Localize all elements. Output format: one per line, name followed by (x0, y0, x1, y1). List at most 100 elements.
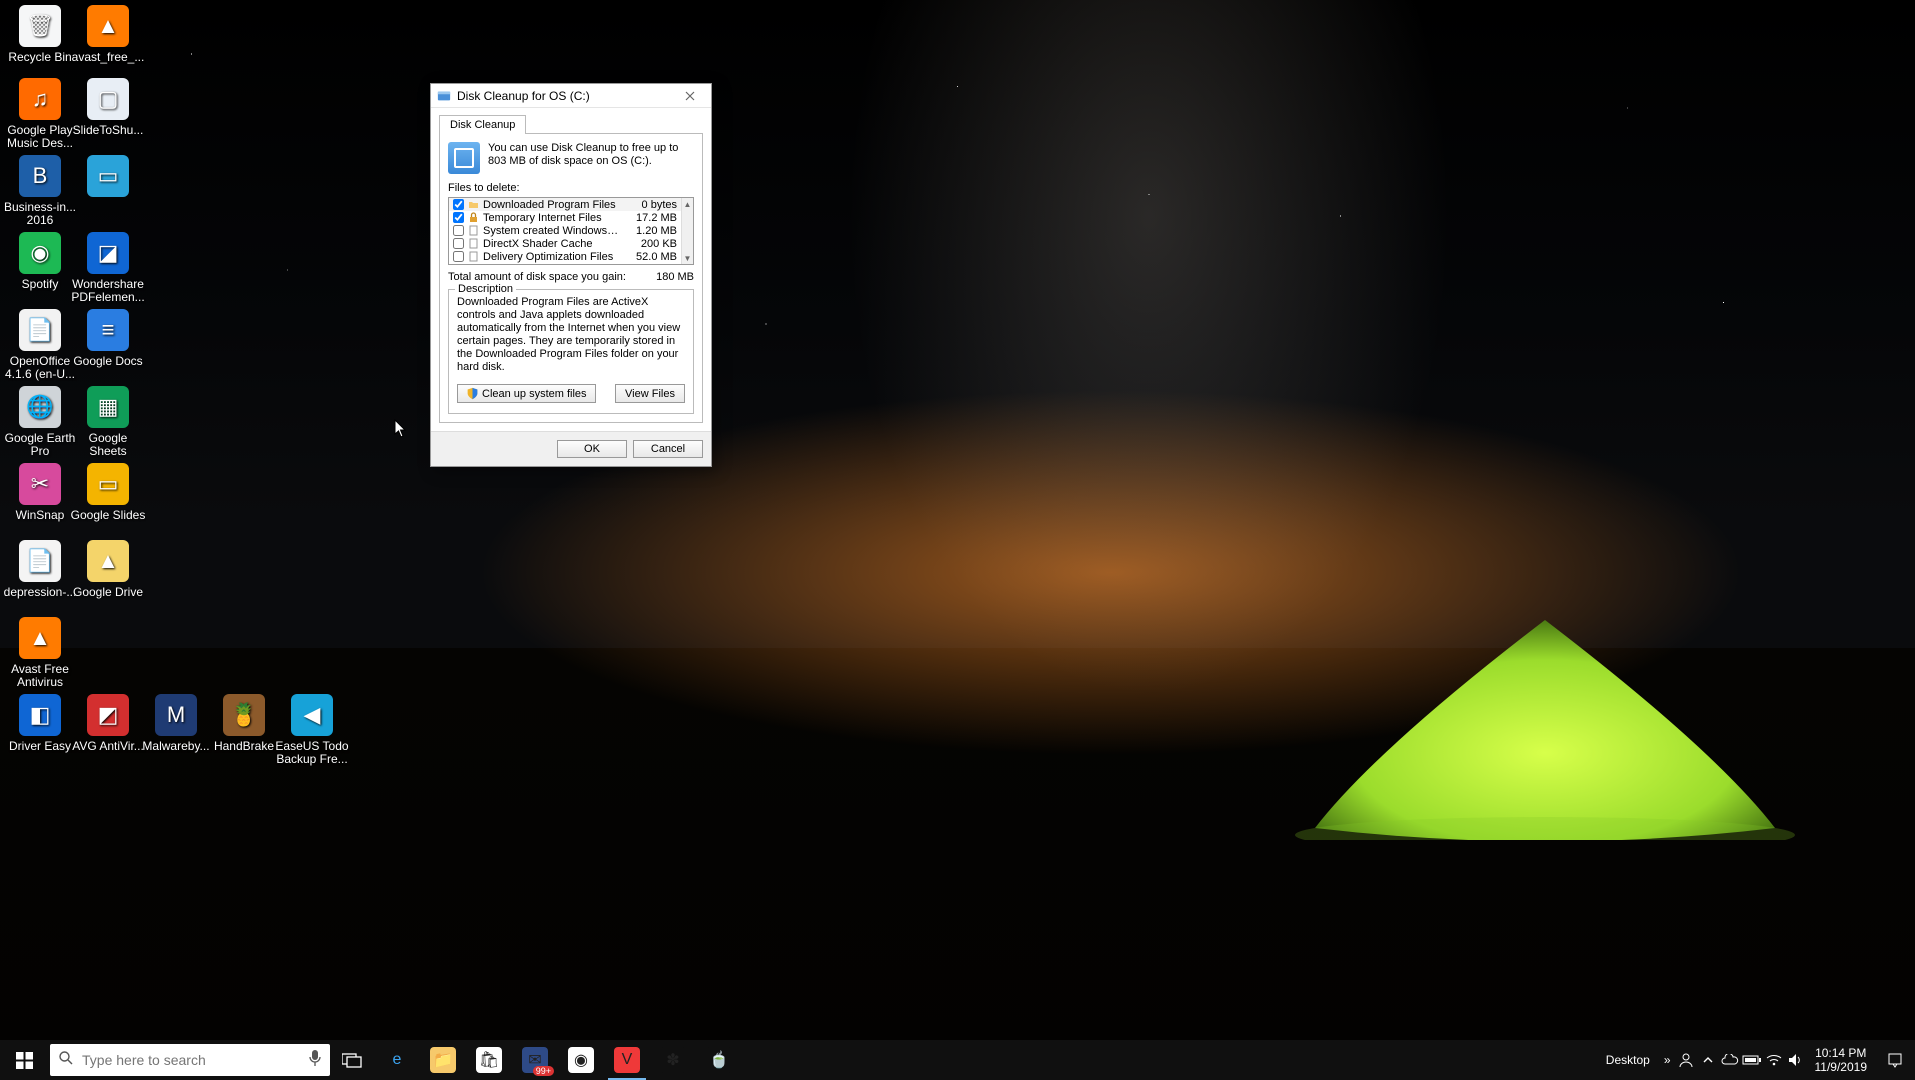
wifi-icon[interactable] (1763, 1040, 1785, 1080)
app-icon: ♫ (19, 78, 61, 120)
taskbar-app-file-explorer[interactable]: 📁 (420, 1040, 466, 1080)
file-icon (467, 224, 480, 237)
app-icon: B (19, 155, 61, 197)
taskbar-app-vivaldi[interactable]: V (604, 1040, 650, 1080)
scroll-up-button[interactable]: ▲ (682, 198, 693, 210)
tray-expand-button[interactable] (1697, 1040, 1719, 1080)
files-listbox[interactable]: Downloaded Program Files0 bytesTemporary… (448, 197, 694, 265)
desktop-icon[interactable]: ▲Google Drive (70, 540, 146, 599)
desktop-icon[interactable]: 📄 depression-... (2, 540, 78, 599)
file-list-row[interactable]: Temporary Internet Files17.2 MB (449, 211, 681, 224)
dialog-title: Disk Cleanup for OS (C:) (457, 89, 673, 103)
listbox-scrollbar[interactable]: ▲ ▼ (681, 198, 693, 264)
taskbar-app-edge[interactable]: e (374, 1040, 420, 1080)
dialog-footer: OK Cancel (431, 431, 711, 466)
close-button[interactable] (673, 86, 707, 106)
app-icon: ◉ (19, 232, 61, 274)
cancel-button[interactable]: Cancel (633, 440, 703, 458)
ok-button[interactable]: OK (557, 440, 627, 458)
desktop-icon[interactable]: 🍍HandBrake (206, 694, 282, 753)
app-icon: 📄 (19, 309, 61, 351)
file-icon (467, 250, 480, 263)
file-checkbox[interactable] (453, 199, 464, 210)
file-icon (467, 198, 480, 211)
file-checkbox[interactable] (453, 212, 464, 223)
desktop[interactable]: 🗑Recycle Bin▲avast_free_...♫ Google Play … (0, 0, 1915, 1040)
desktop-icon[interactable]: B Business-in... 2016 (2, 155, 78, 227)
desktop-icon[interactable]: ◉Spotify (2, 232, 78, 291)
scroll-down-button[interactable]: ▼ (682, 252, 693, 264)
file-list-row[interactable]: DirectX Shader Cache200 KB (449, 237, 681, 250)
file-list-row[interactable]: System created Windows Error Reporti...1… (449, 224, 681, 237)
desktop-icon[interactable]: ▢SlideToShu... (70, 78, 146, 137)
search-box[interactable] (50, 1044, 330, 1076)
taskbar-app-mail[interactable]: ✉99+ (512, 1040, 558, 1080)
desktop-icon[interactable]: ◪Wondershare PDFelemen... (70, 232, 146, 304)
icon-label: OpenOffice 4.1.6 (en-U... (2, 355, 78, 381)
icon-label: Google Play Music Des... (2, 124, 78, 150)
taskbar-app-app1[interactable]: ✽ (650, 1040, 696, 1080)
volume-icon[interactable] (1785, 1040, 1807, 1080)
taskbar-app-store[interactable]: 🛍 (466, 1040, 512, 1080)
file-checkbox[interactable] (453, 225, 464, 236)
drive-icon (448, 142, 480, 174)
app-icon: 🍍 (223, 694, 265, 736)
toolbar-overflow-button[interactable]: » (1660, 1053, 1675, 1067)
desktop-toolbar-label[interactable]: Desktop (1596, 1053, 1660, 1067)
icon-label: Recycle Bin (2, 51, 78, 64)
icon-label: WinSnap (2, 509, 78, 522)
clock[interactable]: 10:14 PM 11/9/2019 (1807, 1046, 1876, 1074)
clean-system-files-button[interactable]: Clean up system files (457, 384, 596, 403)
desktop-icon[interactable]: ♫ Google Play Music Des... (2, 78, 78, 150)
file-list-row[interactable]: Downloaded Program Files0 bytes (449, 198, 681, 211)
file-checkbox[interactable] (453, 251, 464, 262)
desktop-icon[interactable]: ▦Google Sheets (70, 386, 146, 458)
file-name: DirectX Shader Cache (483, 238, 619, 250)
icon-label: EaseUS Todo Backup Fre... (274, 740, 350, 766)
mic-icon[interactable] (308, 1049, 322, 1072)
battery-icon[interactable] (1741, 1040, 1763, 1080)
app-icon: 📄 (19, 540, 61, 582)
icon-label: Driver Easy (2, 740, 78, 753)
desktop-icon[interactable]: ▲Avast Free Antivirus (2, 617, 78, 689)
icon-label: Avast Free Antivirus (2, 663, 78, 689)
icon-label: Wondershare PDFelemen... (70, 278, 146, 304)
icon-label: depression-... (2, 586, 78, 599)
taskbar-app-app2[interactable]: 🍵 (696, 1040, 742, 1080)
dialog-panel: You can use Disk Cleanup to free up to 8… (439, 133, 703, 423)
desktop-icon[interactable]: ✂WinSnap (2, 463, 78, 522)
app-icon: ◧ (19, 694, 61, 736)
desktop-icon[interactable]: 🌐Google Earth Pro (2, 386, 78, 458)
tab-disk-cleanup[interactable]: Disk Cleanup (439, 115, 526, 134)
description-group: Description Downloaded Program Files are… (448, 289, 694, 414)
desktop-icon[interactable]: ◩AVG AntiVir... (70, 694, 146, 753)
desktop-icon[interactable]: 🗑Recycle Bin (2, 5, 78, 64)
file-size: 1.20 MB (619, 225, 677, 237)
info-text: You can use Disk Cleanup to free up to 8… (488, 142, 694, 174)
desktop-icon[interactable]: MMalwareby... (138, 694, 214, 753)
task-view-button[interactable] (330, 1040, 374, 1080)
tab-bar: Disk Cleanup (439, 114, 703, 133)
app-icon: ▲ (87, 5, 129, 47)
desktop-icon[interactable]: ◀EaseUS Todo Backup Fre... (274, 694, 350, 766)
dialog-titlebar[interactable]: Disk Cleanup for OS (C:) (431, 84, 711, 108)
desktop-icon[interactable]: 📄 OpenOffice 4.1.6 (en-U... (2, 309, 78, 381)
search-input[interactable] (82, 1052, 300, 1068)
desktop-icon[interactable]: ▲avast_free_... (70, 5, 146, 64)
taskbar-app-chrome[interactable]: ◉ (558, 1040, 604, 1080)
file-name: Downloaded Program Files (483, 199, 619, 211)
desktop-icon[interactable]: ≡Google Docs (70, 309, 146, 368)
start-button[interactable] (0, 1040, 48, 1080)
notifications-button[interactable] (1875, 1052, 1915, 1068)
desktop-icon[interactable]: ◧ Driver Easy (2, 694, 78, 753)
onedrive-icon[interactable] (1719, 1040, 1741, 1080)
desktop-icon[interactable]: ▭ (70, 155, 146, 201)
file-list-row[interactable]: Delivery Optimization Files52.0 MB (449, 250, 681, 263)
view-files-button[interactable]: View Files (615, 384, 685, 403)
search-icon (58, 1050, 74, 1071)
app-icon: 🌐 (19, 386, 61, 428)
people-icon[interactable] (1675, 1040, 1697, 1080)
file-checkbox[interactable] (453, 238, 464, 249)
icon-label: Business-in... 2016 (2, 201, 78, 227)
desktop-icon[interactable]: ▭Google Slides (70, 463, 146, 522)
